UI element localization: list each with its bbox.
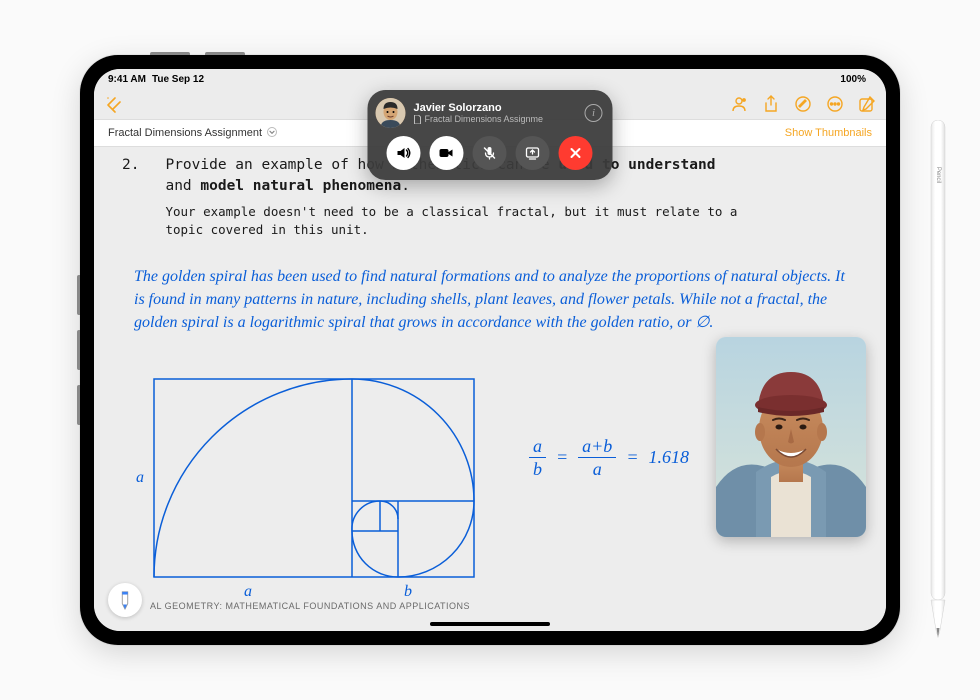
status-time: 9:41 AM bbox=[108, 74, 146, 85]
eq-equals: = bbox=[626, 447, 638, 468]
label-a-side: a bbox=[136, 469, 144, 487]
q-text: . bbox=[401, 178, 410, 194]
document-title: Fractal Dimensions Assignment bbox=[108, 127, 262, 139]
facetime-call-banner[interactable]: Javier Solorzano Fractal Dimensions Assi… bbox=[368, 90, 613, 180]
camera-button[interactable] bbox=[429, 136, 463, 170]
screenshare-button[interactable] bbox=[515, 136, 549, 170]
facetime-self-view[interactable] bbox=[716, 337, 866, 537]
golden-ratio-equation: ab = a+ba = 1.618 bbox=[529, 437, 689, 478]
eq-equals: = bbox=[556, 447, 568, 468]
page-footer-text: AL GEOMETRY: MATHEMATICAL FOUNDATIONS AN… bbox=[150, 601, 470, 611]
end-call-button[interactable] bbox=[558, 136, 592, 170]
eq-a: a bbox=[529, 437, 546, 458]
info-icon[interactable]: i bbox=[585, 104, 603, 122]
hardware-buttons bbox=[150, 52, 190, 55]
q-bold: model natural phenomena bbox=[200, 178, 401, 194]
show-thumbnails-button[interactable]: Show Thumbnails bbox=[785, 127, 872, 139]
compose-icon[interactable] bbox=[858, 95, 876, 113]
status-date: Tue Sep 12 bbox=[152, 74, 204, 85]
home-indicator[interactable] bbox=[430, 622, 550, 626]
share-icon[interactable] bbox=[762, 95, 780, 113]
ipad-device-frame: 9:41 AM Tue Sep 12 100% bbox=[80, 55, 900, 645]
eq-ab: a+b bbox=[578, 437, 616, 458]
caller-name: Javier Solorzano bbox=[414, 102, 577, 114]
document-title-dropdown[interactable]: Fractal Dimensions Assignment bbox=[108, 127, 277, 140]
status-bar: 9:41 AM Tue Sep 12 100% bbox=[94, 69, 886, 89]
more-icon[interactable] bbox=[826, 95, 844, 113]
eq-a2: a bbox=[593, 458, 602, 478]
label-b-bottom: b bbox=[404, 583, 412, 601]
handwritten-answer: The golden spiral has been used to find … bbox=[134, 265, 846, 335]
apple-pencil: Pencil bbox=[928, 120, 948, 640]
battery-percent: 100% bbox=[840, 74, 866, 85]
note-canvas[interactable]: 2. Provide an example of how mathematics… bbox=[94, 147, 886, 631]
shared-document-label: Fractal Dimensions Assignme bbox=[414, 114, 577, 124]
golden-spiral-drawing: a a b bbox=[154, 379, 474, 579]
q-text: and bbox=[165, 178, 200, 194]
collapse-sidebar-icon[interactable] bbox=[104, 95, 122, 113]
markup-icon[interactable] bbox=[794, 95, 812, 113]
eq-b: b bbox=[533, 458, 542, 478]
caller-avatar bbox=[376, 98, 406, 128]
chevron-down-icon bbox=[267, 127, 277, 140]
question-subtext: Your example doesn't need to be a classi… bbox=[165, 203, 745, 239]
speaker-button[interactable] bbox=[386, 136, 420, 170]
pencil-tool-fab[interactable] bbox=[108, 583, 142, 617]
shared-doc-name: Fractal Dimensions Assignme bbox=[425, 114, 544, 124]
ipad-screen: 9:41 AM Tue Sep 12 100% bbox=[94, 69, 886, 631]
facetime-controls bbox=[376, 136, 603, 170]
collaborate-icon[interactable] bbox=[730, 95, 748, 113]
mic-off-button[interactable] bbox=[472, 136, 506, 170]
pencil-label: Pencil bbox=[935, 167, 941, 183]
label-a-bottom: a bbox=[244, 583, 252, 601]
eq-result: 1.618 bbox=[648, 447, 689, 468]
question-number: 2. bbox=[122, 155, 139, 239]
